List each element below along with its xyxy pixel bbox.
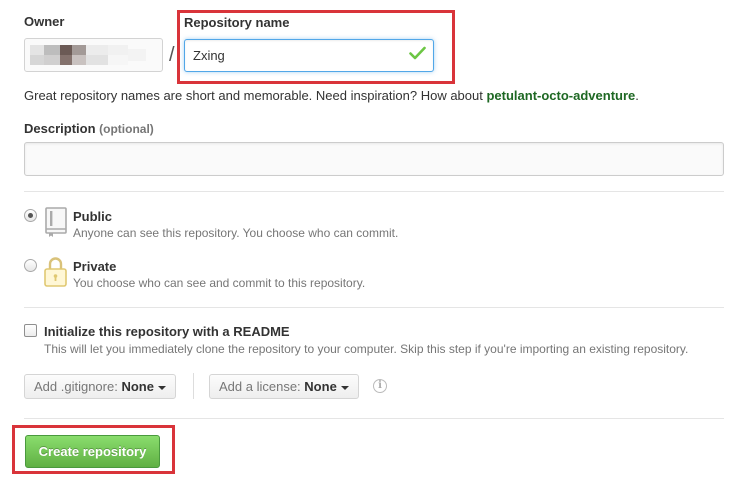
- divider: [24, 307, 724, 308]
- gitignore-select[interactable]: Add .gitignore: None: [24, 374, 176, 399]
- readme-label[interactable]: Initialize this repository with a README: [44, 324, 290, 339]
- lock-icon: [44, 257, 67, 287]
- caret-down-icon: [157, 385, 166, 390]
- create-repository-button[interactable]: Create repository: [25, 435, 160, 468]
- repository-name-label: Repository name: [184, 15, 290, 30]
- description-label-text: Description: [24, 121, 96, 136]
- public-option-title: Public: [73, 209, 113, 224]
- name-suggestion-link[interactable]: petulant-octo-adventure: [486, 88, 635, 103]
- license-value: None: [304, 379, 337, 394]
- repository-name-tip: Great repository names are short and mem…: [24, 88, 639, 103]
- public-option-note: Anyone can see this repository. You choo…: [73, 226, 399, 240]
- tip-suffix: .: [635, 88, 639, 103]
- owner-label: Owner: [24, 14, 65, 29]
- license-prefix: Add a license:: [219, 379, 301, 394]
- description-input[interactable]: [24, 142, 724, 176]
- caret-down-icon: [340, 385, 349, 390]
- check-icon: [409, 46, 426, 60]
- gitignore-prefix: Add .gitignore:: [34, 379, 118, 394]
- description-optional-tag: (optional): [99, 122, 154, 136]
- owner-repo-separator: /: [169, 44, 175, 66]
- tip-text: Great repository names are short and mem…: [24, 88, 487, 103]
- readme-note: This will let you immediately clone the …: [44, 342, 689, 356]
- private-option-title: Private: [73, 259, 117, 274]
- public-radio[interactable]: [24, 209, 37, 222]
- divider: [24, 191, 724, 192]
- repository-name-input[interactable]: [184, 39, 434, 72]
- description-label: Description (optional): [24, 121, 154, 136]
- private-radio[interactable]: [24, 259, 37, 272]
- gitignore-value: None: [121, 379, 154, 394]
- private-option-note: You choose who can see and commit to thi…: [73, 276, 366, 290]
- license-select[interactable]: Add a license: None: [209, 374, 359, 399]
- owner-select[interactable]: [24, 38, 163, 72]
- vertical-divider: [193, 373, 194, 399]
- divider: [24, 418, 724, 419]
- book-icon: [45, 207, 67, 237]
- readme-checkbox[interactable]: [24, 324, 37, 337]
- info-icon[interactable]: i: [373, 379, 387, 393]
